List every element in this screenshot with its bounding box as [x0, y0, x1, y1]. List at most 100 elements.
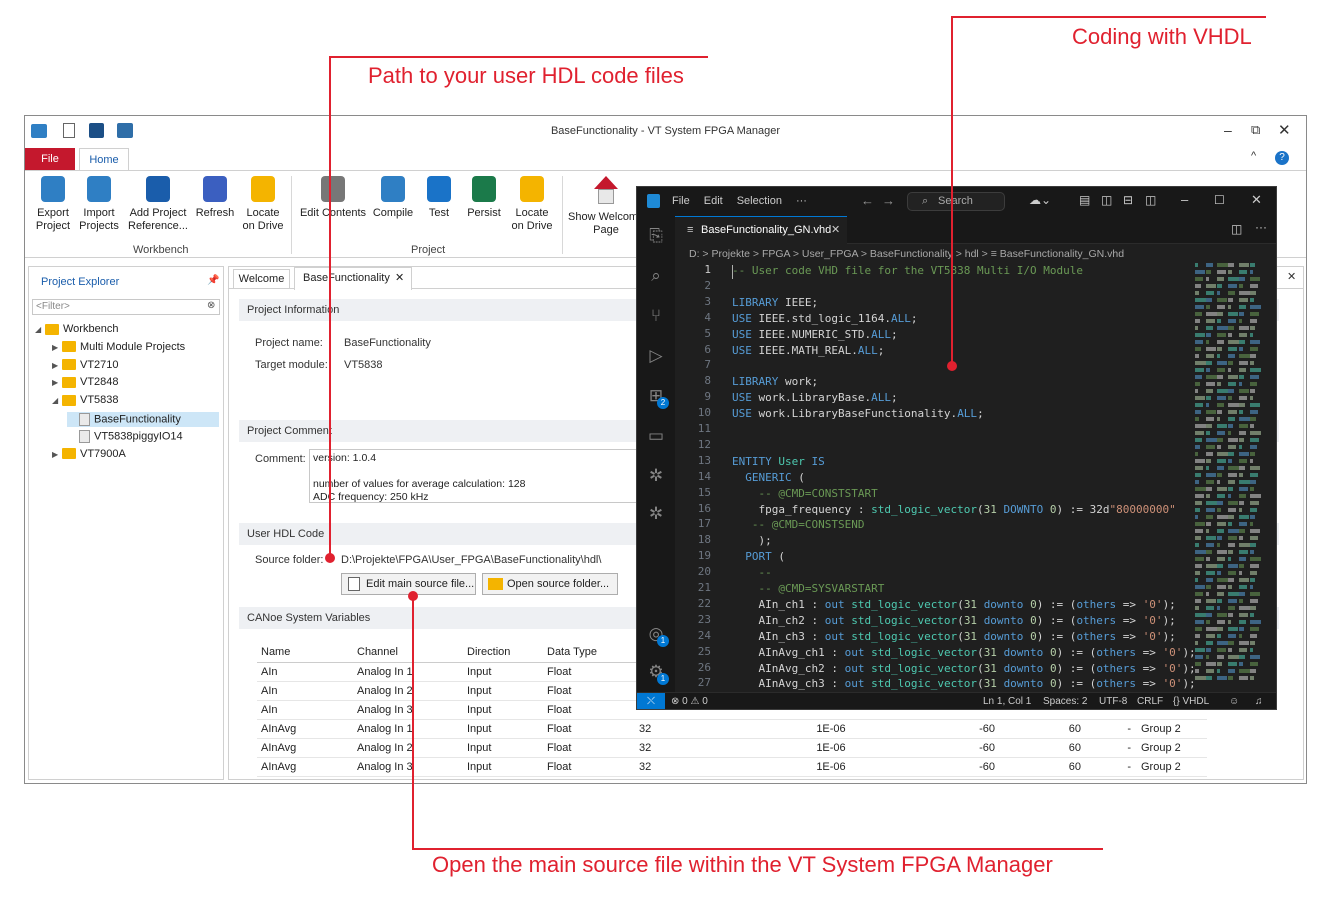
layout-icon[interactable]: ▤: [1079, 193, 1090, 207]
toggle-panel-icon[interactable]: ⊟: [1123, 193, 1133, 207]
close-document-icon[interactable]: ✕: [1287, 270, 1296, 283]
code-line: AInAvg_ch2 : out std_logic_vector(31 dow…: [732, 661, 1195, 677]
stm32-icon[interactable]: ✲: [646, 504, 666, 524]
show-welcome-page-button[interactable]: Show Welcome Page: [568, 176, 644, 237]
minimize-button[interactable]: –: [1181, 192, 1188, 207]
tab-basefunctionality[interactable]: BaseFunctionality ✕: [294, 267, 412, 290]
caret-icon[interactable]: ◢: [35, 325, 45, 334]
code-line: ENTITY User IS: [732, 454, 825, 470]
refresh-button[interactable]: Refresh: [193, 176, 237, 220]
table-row[interactable]: AInAvg Analog In 1 Input Float 32 1E-06 -60 60-…: [257, 719, 1207, 739]
accounts-icon[interactable]: ◎ 1: [646, 624, 669, 647]
back-arrow-icon[interactable]: ←: [861, 193, 874, 208]
close-button[interactable]: ✕: [1278, 121, 1291, 139]
link-button[interactable]: Add Project Reference...: [125, 176, 191, 233]
table-row[interactable]: AInAvg Analog In 2 Input Float 32 1E-06 -60 60-…: [257, 738, 1207, 758]
indentation[interactable]: Spaces: 2: [1043, 693, 1087, 709]
close-tab-icon[interactable]: ✕: [831, 217, 840, 243]
breadcrumb[interactable]: D: > Projekte > FPGA > User_FPGA > BaseF…: [689, 248, 1124, 260]
play-icon: [427, 176, 451, 202]
minimap-mark: [1228, 410, 1237, 414]
notifications-bell-icon[interactable]: ♫: [1255, 693, 1263, 709]
filter-input[interactable]: <Filter> ⊗: [32, 299, 220, 315]
menu-item-selection[interactable]: Selection: [737, 195, 782, 207]
run-debug-icon[interactable]: ▷: [646, 346, 666, 366]
comment-line: version: 1.0.4: [313, 452, 377, 464]
table-cell: Analog In 3: [353, 757, 463, 777]
copilot-icon[interactable]: ☁⌄: [1029, 193, 1051, 207]
language-mode[interactable]: {} VHDL: [1173, 693, 1209, 709]
tab-home[interactable]: Home: [79, 148, 129, 170]
end-of-line[interactable]: CRLF: [1137, 693, 1163, 709]
collapse-ribbon-icon[interactable]: ^: [1251, 150, 1256, 162]
menu-item-file[interactable]: File: [672, 195, 690, 207]
maximize-button[interactable]: ☐: [1214, 193, 1225, 207]
close-button[interactable]: ✕: [1251, 192, 1262, 208]
tree-item[interactable]: BaseFunctionality: [67, 412, 219, 427]
compile-button[interactable]: Compile: [371, 176, 415, 220]
code-token: work.LibraryBaseFunctionality.: [751, 407, 958, 421]
target-module-value: VT5838: [344, 359, 383, 371]
settings-gear-icon[interactable]: ⚙ 1: [646, 662, 669, 685]
caret-icon[interactable]: ◢: [52, 396, 62, 405]
command-search-input[interactable]: ⌕ Search: [907, 192, 1005, 211]
cursor-position[interactable]: Ln 1, Col 1: [983, 693, 1031, 709]
table-cell: AIn: [257, 662, 353, 682]
persist-button[interactable]: Persist: [461, 176, 507, 220]
minimize-button[interactable]: –: [1224, 122, 1232, 138]
menu-item-[interactable]: ···: [796, 195, 807, 207]
stm32-icon[interactable]: ✲: [646, 466, 666, 486]
menu-item-edit[interactable]: Edit: [704, 195, 723, 207]
toggle-secondary-sidebar-icon[interactable]: ◫: [1145, 193, 1156, 207]
minimap-mark: [1228, 438, 1238, 442]
table-cell: Input: [463, 738, 543, 758]
remote-indicator-icon[interactable]: ⤬: [637, 693, 665, 709]
source-control-icon[interactable]: ⑂: [646, 306, 666, 326]
edit-button[interactable]: Edit Contents: [297, 176, 369, 220]
split-editor-icon[interactable]: ◫: [1231, 222, 1242, 236]
minimap[interactable]: [1195, 263, 1265, 693]
search-icon[interactable]: ⌕: [646, 266, 666, 286]
copilot-status-icon[interactable]: ☺: [1229, 693, 1239, 709]
clear-filter-icon[interactable]: ⊗: [207, 300, 215, 311]
folder-locate-button[interactable]: Locate on Drive: [509, 176, 555, 233]
extensions-icon[interactable]: ⊞ 2: [646, 386, 669, 409]
tree-item[interactable]: ▶ VT7900A: [52, 448, 126, 460]
tree-item[interactable]: ▶ Multi Module Projects: [52, 341, 185, 353]
toggle-sidebar-icon[interactable]: ◫: [1101, 193, 1112, 207]
tab-file[interactable]: File: [25, 148, 75, 170]
encoding[interactable]: UTF-8: [1099, 693, 1127, 709]
minimap-mark: [1217, 445, 1221, 449]
tree-item[interactable]: ▶ VT2710: [52, 359, 119, 371]
table-row[interactable]: AInAvg Analog In 3 Input Float 32 1E-06 -60 60-…: [257, 757, 1207, 777]
pin-icon[interactable]: 📌: [207, 275, 219, 286]
tree-item[interactable]: VT5838piggyIO14: [69, 429, 183, 443]
tree-item[interactable]: ◢ VT5838: [52, 394, 119, 406]
close-tab-icon[interactable]: ✕: [395, 268, 404, 288]
tree-item[interactable]: ◢ Workbench: [35, 323, 118, 335]
tab-welcome[interactable]: Welcome: [233, 269, 290, 289]
export-button[interactable]: Export Project: [31, 176, 75, 233]
editor-tab[interactable]: ≡ BaseFunctionality_GN.vhd ✕: [675, 216, 847, 244]
problems-indicator[interactable]: ⊗ 0 ⚠ 0: [671, 693, 708, 709]
import-button[interactable]: Import Projects: [77, 176, 121, 233]
tree-item[interactable]: ▶ VT2848: [52, 376, 119, 388]
folder-locate-button[interactable]: Locate on Drive: [239, 176, 287, 233]
forward-arrow-icon[interactable]: →: [882, 193, 895, 208]
comment-textarea[interactable]: version: 1.0.4 number of values for avera…: [309, 449, 649, 503]
minimap-mark: [1228, 522, 1232, 526]
caret-icon[interactable]: ▶: [52, 343, 62, 352]
caret-icon[interactable]: ▶: [52, 378, 62, 387]
open-source-folder-button[interactable]: Open source folder...: [482, 573, 618, 595]
minimap-mark: [1239, 452, 1249, 456]
minimap-mark: [1195, 466, 1203, 470]
remote-explorer-icon[interactable]: ▭: [646, 426, 666, 446]
caret-icon[interactable]: ▶: [52, 361, 62, 370]
minimap-mark: [1195, 571, 1200, 575]
more-actions-icon[interactable]: ···: [1255, 220, 1267, 234]
caret-icon[interactable]: ▶: [52, 450, 62, 459]
play-button[interactable]: Test: [421, 176, 457, 220]
restore-button[interactable]: ⧉: [1251, 122, 1260, 138]
explorer-icon[interactable]: ⎘: [646, 226, 666, 246]
help-icon[interactable]: ?: [1275, 151, 1289, 165]
